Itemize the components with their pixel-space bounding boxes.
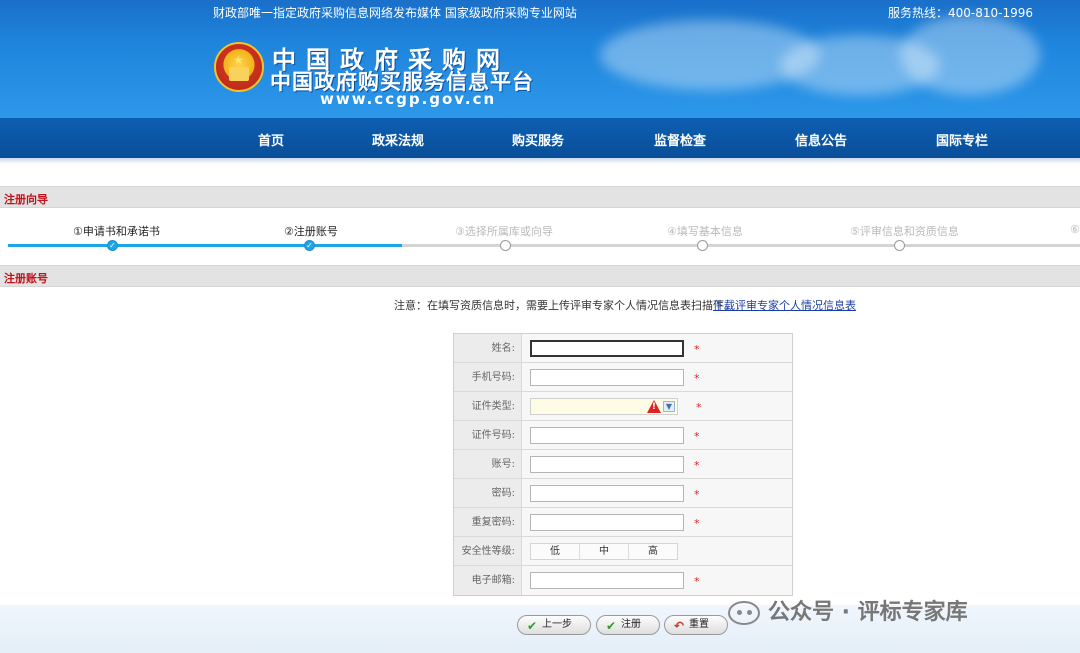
prev-step-button[interactable]: ✔ 上一步 <box>517 615 591 635</box>
form-row-account: 账号: * <box>454 450 792 479</box>
reset-label: 重置 <box>689 619 709 630</box>
email-label: 电子邮箱: <box>454 566 522 595</box>
form-row-id-type: 证件类型: ! ▼ * <box>454 392 792 421</box>
register-section-bar: 注册账号 <box>0 265 1080 287</box>
name-label: 姓名: <box>454 334 522 362</box>
wizard-section-bar: 注册向导 <box>0 186 1080 208</box>
step-dot-4 <box>697 240 708 251</box>
form-row-email: 电子邮箱: * <box>454 566 792 595</box>
upload-notice: 注意：在填写资质信息时，需要上传评审专家个人情况信息表扫描件。 <box>394 299 735 312</box>
email-input[interactable] <box>530 572 684 589</box>
step-label-6: ⑥ <box>1070 223 1080 236</box>
register-section-title: 注册账号 <box>4 272 48 285</box>
nav-regulations[interactable]: 政采法规 <box>372 130 424 149</box>
wizard-steps: ①申请书和承诺书 ✓ ②注册账号 ✓ ③选择所属库或向导 ④填写基本信息 ⑤评审… <box>0 212 1080 260</box>
name-input[interactable] <box>530 340 684 357</box>
phone-input[interactable] <box>530 369 684 386</box>
id-type-label: 证件类型: <box>454 392 522 420</box>
step-dot-1-check-icon: ✓ <box>107 240 118 251</box>
form-row-name: 姓名: * <box>454 334 792 363</box>
repeat-password-input[interactable] <box>530 514 684 531</box>
required-mark: * <box>696 401 702 414</box>
form-row-id-number: 证件号码: * <box>454 421 792 450</box>
repeat-password-label: 重复密码: <box>454 508 522 536</box>
id-type-select[interactable]: ! ▼ <box>530 398 678 415</box>
reset-button[interactable]: ↶ 重置 <box>664 615 728 635</box>
step-label-3: ③选择所属库或向导 <box>455 225 553 238</box>
nav-shadow <box>0 158 1080 164</box>
id-number-label: 证件号码: <box>454 421 522 449</box>
form-row-password: 密码: * <box>454 479 792 508</box>
required-mark: * <box>694 343 700 356</box>
chevron-down-icon[interactable]: ▼ <box>663 401 675 412</box>
header-tagline: 财政部唯一指定政府采购信息网络发布媒体 国家级政府采购专业网站 <box>213 6 577 20</box>
check-icon: ✔ <box>527 619 538 633</box>
form-row-repeat-password: 重复密码: * <box>454 508 792 537</box>
form-row-phone: 手机号码: * <box>454 363 792 392</box>
download-form-link[interactable]: 下载评审专家个人情况信息表 <box>713 297 856 313</box>
warning-mark: ! <box>651 402 656 412</box>
main-nav: 首页 政采法规 购买服务 监督检查 信息公告 国际专栏 <box>0 118 1080 158</box>
required-mark: * <box>694 372 700 385</box>
national-emblem-icon: ★ <box>214 42 264 92</box>
password-strength-meter: 低 中 高 <box>530 543 678 560</box>
form-row-security-level: 安全性等级: 低 中 高 <box>454 537 792 566</box>
nav-announcements[interactable]: 信息公告 <box>795 130 847 149</box>
security-level-label: 安全性等级: <box>454 537 522 565</box>
step-dot-2-check-icon: ✓ <box>304 240 315 251</box>
nav-international[interactable]: 国际专栏 <box>936 130 988 149</box>
phone-label: 手机号码: <box>454 363 522 391</box>
site-url: www.ccgp.gov.cn <box>320 90 497 108</box>
wizard-section-title: 注册向导 <box>4 193 48 206</box>
watermark-text: 公众号 · 评标专家库 <box>768 600 968 625</box>
required-mark: * <box>694 488 700 501</box>
step-label-5: ⑤评审信息和资质信息 <box>850 225 959 238</box>
step-dot-3 <box>500 240 511 251</box>
registration-form: 姓名: * 手机号码: * 证件类型: ! ▼ * 证件号码: * 账号: * … <box>453 333 793 596</box>
id-number-input[interactable] <box>530 427 684 444</box>
strength-high: 高 <box>648 546 658 557</box>
service-hotline: 服务热线：400-810-1996 <box>887 6 1033 20</box>
watermark: 公众号 · 评标专家库 <box>728 594 968 625</box>
account-label: 账号: <box>454 450 522 478</box>
required-mark: * <box>694 575 700 588</box>
required-mark: * <box>694 459 700 472</box>
account-input[interactable] <box>530 456 684 473</box>
strength-medium: 中 <box>580 544 629 559</box>
check-icon: ✔ <box>606 619 617 633</box>
required-mark: * <box>694 430 700 443</box>
step-label-2: ②注册账号 <box>284 225 338 238</box>
password-input[interactable] <box>530 485 684 502</box>
nav-home[interactable]: 首页 <box>258 130 284 149</box>
register-label: 注册 <box>621 619 641 630</box>
header-banner: 财政部唯一指定政府采购信息网络发布媒体 国家级政府采购专业网站 服务热线：400… <box>0 0 1080 118</box>
step-label-1: ①申请书和承诺书 <box>73 225 160 238</box>
prev-step-label: 上一步 <box>542 619 572 630</box>
nav-purchase-services[interactable]: 购买服务 <box>512 130 564 149</box>
required-mark: * <box>694 517 700 530</box>
register-button[interactable]: ✔ 注册 <box>596 615 660 635</box>
undo-icon: ↶ <box>674 619 685 633</box>
password-label: 密码: <box>454 479 522 507</box>
wechat-icon <box>728 601 760 625</box>
step-dot-5 <box>894 240 905 251</box>
nav-supervision[interactable]: 监督检查 <box>654 130 706 149</box>
strength-low: 低 <box>531 544 580 559</box>
cloud-decoration <box>900 15 1040 95</box>
step-label-4: ④填写基本信息 <box>667 225 743 238</box>
step-track-done <box>8 244 402 247</box>
